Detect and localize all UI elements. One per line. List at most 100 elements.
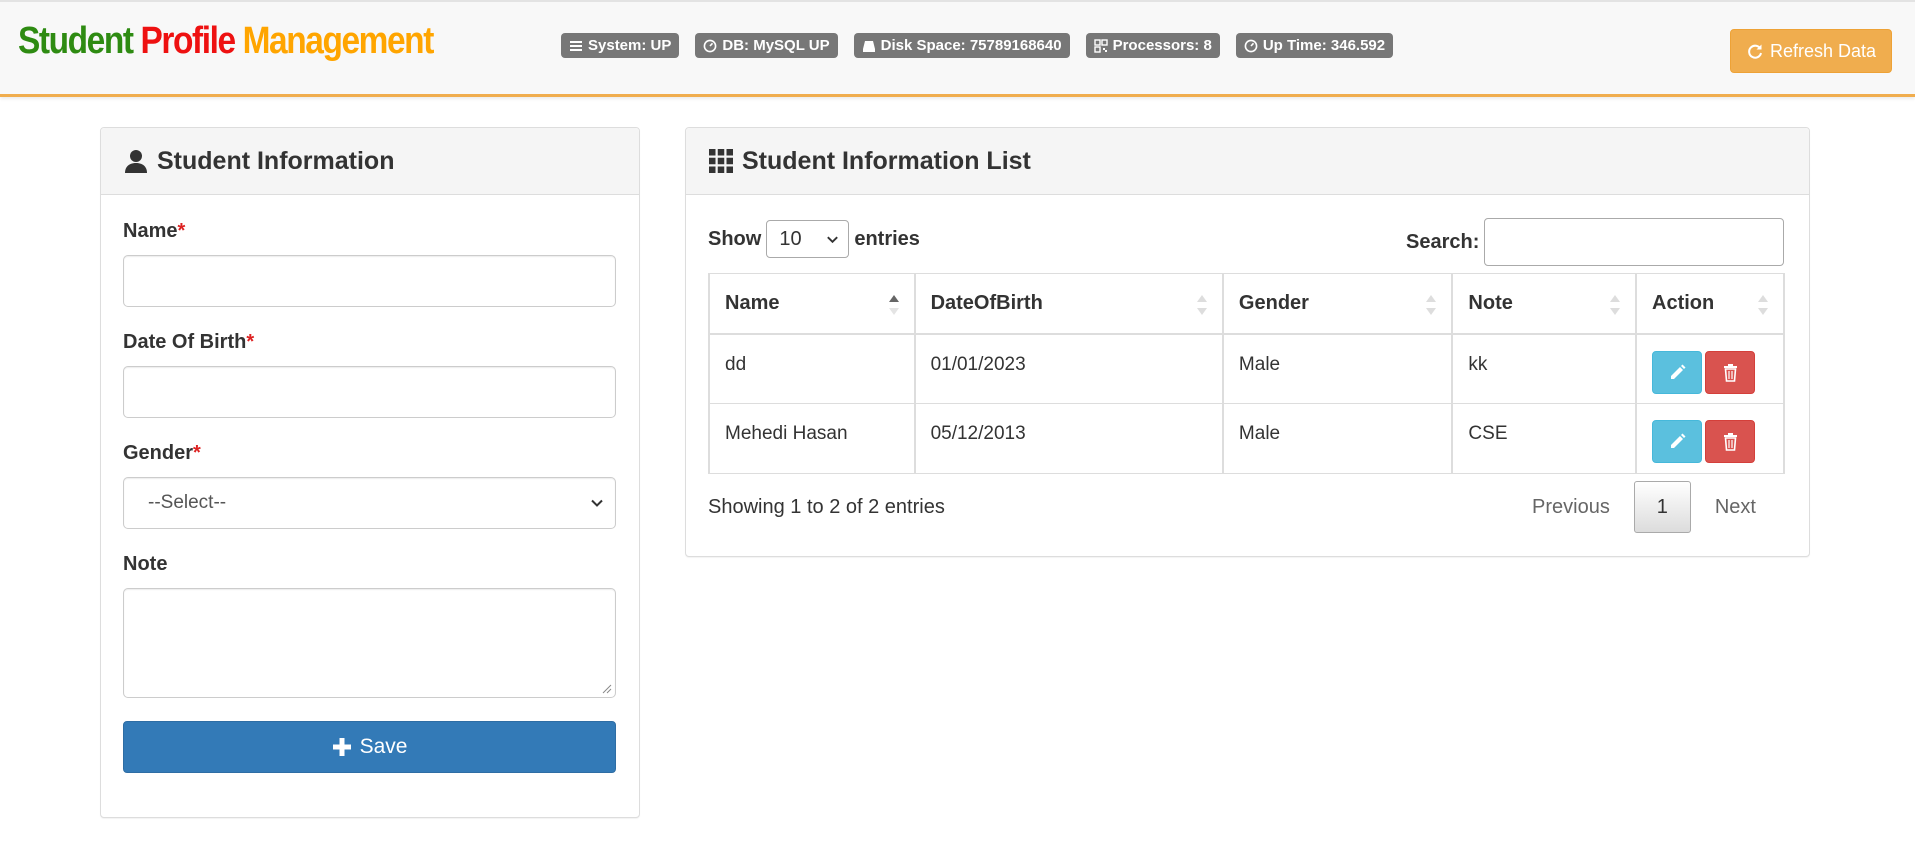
- status-badge-system: System: UP: [561, 33, 680, 58]
- page-length-select[interactable]: 10: [766, 220, 850, 258]
- cell-dob: 01/01/2023: [913, 333, 1224, 404]
- pencil-icon: [1670, 433, 1685, 448]
- resize-grip-icon[interactable]: [600, 682, 612, 694]
- date-of-birth-input[interactable]: [123, 366, 616, 418]
- page-length-value: 10: [779, 227, 802, 250]
- column-header-dateofbirth[interactable]: DateOfBirth: [913, 273, 1224, 335]
- entries-label: entries: [854, 227, 920, 250]
- status-badge-processors: Processors: 8: [1085, 33, 1220, 58]
- student-list-panel: Student Information List Show 10 entries…: [685, 127, 1810, 557]
- status-text-system: System: UP: [588, 37, 672, 54]
- brand-word-management: Management: [242, 20, 435, 62]
- pencil-icon: [1670, 364, 1685, 379]
- name-label-text: Name: [123, 220, 178, 242]
- previous-page-button[interactable]: Previous: [1516, 496, 1626, 519]
- cell-name: dd: [708, 333, 916, 404]
- table-row: dd 01/01/2023 Male kk: [708, 333, 1785, 404]
- table-info: Showing 1 to 2 of 2 entries: [708, 496, 945, 518]
- note-label: Note: [123, 553, 167, 576]
- refresh-label: Refresh Data: [1769, 40, 1877, 61]
- dashboard-icon: [703, 39, 717, 52]
- app-title[interactable]: Student Profile Management: [18, 20, 435, 63]
- list-title: Student Information List: [742, 146, 1031, 175]
- sort-both-icon: [1610, 295, 1620, 315]
- form-panel-heading: Student Information: [101, 128, 639, 195]
- table-header-row: Name DateOfBirth Gender Note Action: [708, 273, 1785, 335]
- page-1-button[interactable]: 1: [1633, 481, 1691, 533]
- required-marker: *: [193, 442, 201, 464]
- pagination: Previous 1 Next: [1516, 481, 1772, 533]
- list-icon: [570, 40, 582, 51]
- top-navbar: Student Profile Management System: UP DB…: [0, 0, 1915, 97]
- column-header-name[interactable]: Name: [708, 273, 916, 335]
- student-form-panel: Student Information Name* Date Of Birth*…: [100, 127, 640, 818]
- status-text-disk: Disk Space: 75789168640: [880, 37, 1062, 54]
- table-search-control: Search:: [1406, 218, 1785, 266]
- delete-button[interactable]: [1705, 350, 1755, 394]
- dashboard-icon: [1244, 39, 1258, 52]
- user-icon: [125, 150, 147, 173]
- status-text-uptime: Up Time: 346.592: [1262, 37, 1386, 54]
- status-badge-disk: Disk Space: 75789168640: [853, 33, 1070, 58]
- cell-note: kk: [1451, 333, 1637, 404]
- row-actions: [1652, 420, 1768, 463]
- edit-button[interactable]: [1652, 350, 1702, 394]
- required-marker: *: [177, 220, 186, 242]
- status-badge-uptime: Up Time: 346.592: [1235, 33, 1394, 58]
- gender-label-text: Gender: [123, 442, 194, 464]
- plus-icon: [332, 738, 351, 756]
- name-input[interactable]: [123, 255, 616, 307]
- column-header-label: DateOfBirth: [930, 291, 1043, 314]
- chevron-down-icon: [827, 235, 839, 243]
- sort-both-icon: [1426, 295, 1437, 315]
- save-label: Save: [359, 735, 408, 758]
- dob-label: Date Of Birth*: [123, 331, 254, 354]
- trash-icon: [1723, 433, 1737, 451]
- sort-both-icon: [1196, 295, 1207, 315]
- column-header-label: Action: [1652, 291, 1715, 314]
- cell-gender: Male: [1221, 333, 1454, 404]
- note-textarea[interactable]: [123, 588, 616, 698]
- show-label: Show: [708, 227, 762, 250]
- name-label: Name*: [123, 220, 185, 243]
- cell-gender: Male: [1221, 403, 1454, 474]
- note-label-text: Note: [123, 553, 168, 575]
- chevron-down-icon: [591, 499, 603, 507]
- search-input[interactable]: [1484, 218, 1785, 266]
- column-header-label: Name: [725, 291, 780, 314]
- trash-icon: [1723, 363, 1737, 382]
- column-header-action[interactable]: Action: [1635, 273, 1785, 335]
- cell-dob: 05/12/2013: [913, 403, 1224, 474]
- column-header-label: Gender: [1238, 291, 1309, 314]
- cell-action: [1635, 333, 1785, 404]
- row-actions: [1652, 350, 1768, 394]
- cell-action: [1635, 403, 1785, 474]
- status-text-processors: Processors: 8: [1112, 37, 1212, 54]
- status-text-db: DB: MySQL UP: [722, 37, 830, 54]
- gender-select[interactable]: --Select--: [123, 477, 616, 529]
- form-title: Student Information: [157, 146, 395, 175]
- delete-button[interactable]: [1705, 420, 1755, 463]
- student-table: Name DateOfBirth Gender Note Action dd 0…: [708, 273, 1785, 474]
- gender-select-value: --Select--: [148, 492, 227, 513]
- column-header-note[interactable]: Note: [1451, 273, 1637, 335]
- column-header-label: Note: [1468, 291, 1513, 314]
- column-header-gender[interactable]: Gender: [1221, 273, 1454, 335]
- sort-both-icon: [1758, 295, 1768, 315]
- next-page-button[interactable]: Next: [1699, 496, 1772, 519]
- dob-label-text: Date Of Birth: [123, 331, 247, 353]
- page-length-control: Show 10 entries: [708, 220, 920, 258]
- save-button[interactable]: Save: [123, 721, 616, 773]
- cell-name: Mehedi Hasan: [708, 403, 916, 474]
- hdd-icon: [862, 40, 875, 52]
- refresh-data-button[interactable]: Refresh Data: [1730, 29, 1892, 73]
- status-badges: System: UP DB: MySQL UP Disk Space: 7578…: [561, 33, 1409, 58]
- grid-icon: [709, 149, 733, 173]
- table-row: Mehedi Hasan 05/12/2013 Male CSE: [708, 403, 1785, 474]
- gender-label: Gender*: [123, 442, 201, 465]
- qrcode-icon: [1093, 38, 1108, 53]
- edit-button[interactable]: [1652, 420, 1702, 463]
- refresh-icon: [1748, 44, 1762, 59]
- search-label: Search:: [1406, 230, 1480, 253]
- brand-word-student: Student: [18, 20, 134, 62]
